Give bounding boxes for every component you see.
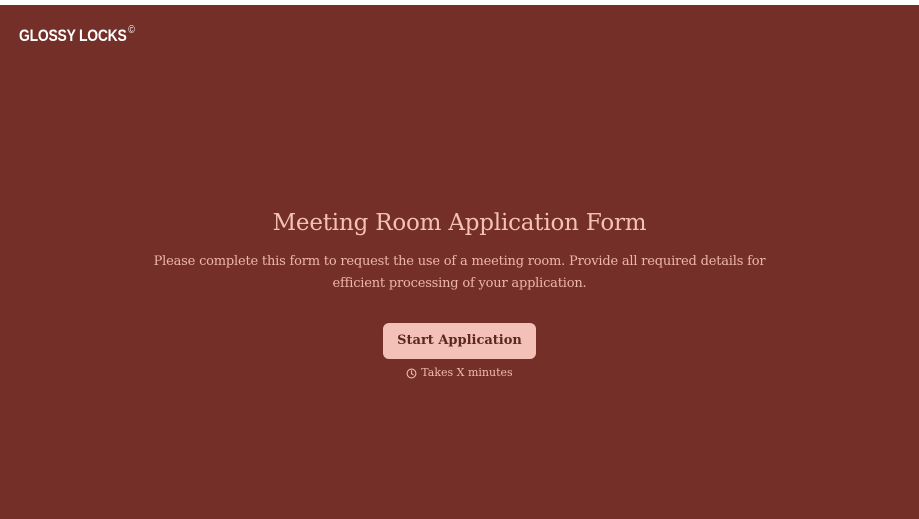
duration-text: Takes X minutes xyxy=(421,366,513,379)
start-application-button[interactable]: Start Application xyxy=(383,323,536,359)
page-title: Meeting Room Application Form xyxy=(272,210,647,236)
application-intro: Meeting Room Application Form Please com… xyxy=(0,207,919,380)
application-page: GLOSSY LOCKS © Meeting Room Application … xyxy=(0,5,919,519)
duration-info: Takes X minutes xyxy=(0,366,919,380)
clock-icon xyxy=(406,368,417,379)
brand-logo[interactable]: GLOSSY LOCKS © xyxy=(19,24,135,46)
brand-name: GLOSSY LOCKS xyxy=(19,26,127,45)
copyright-mark: © xyxy=(128,24,135,36)
form-description: Please complete this form to request the… xyxy=(153,254,766,291)
